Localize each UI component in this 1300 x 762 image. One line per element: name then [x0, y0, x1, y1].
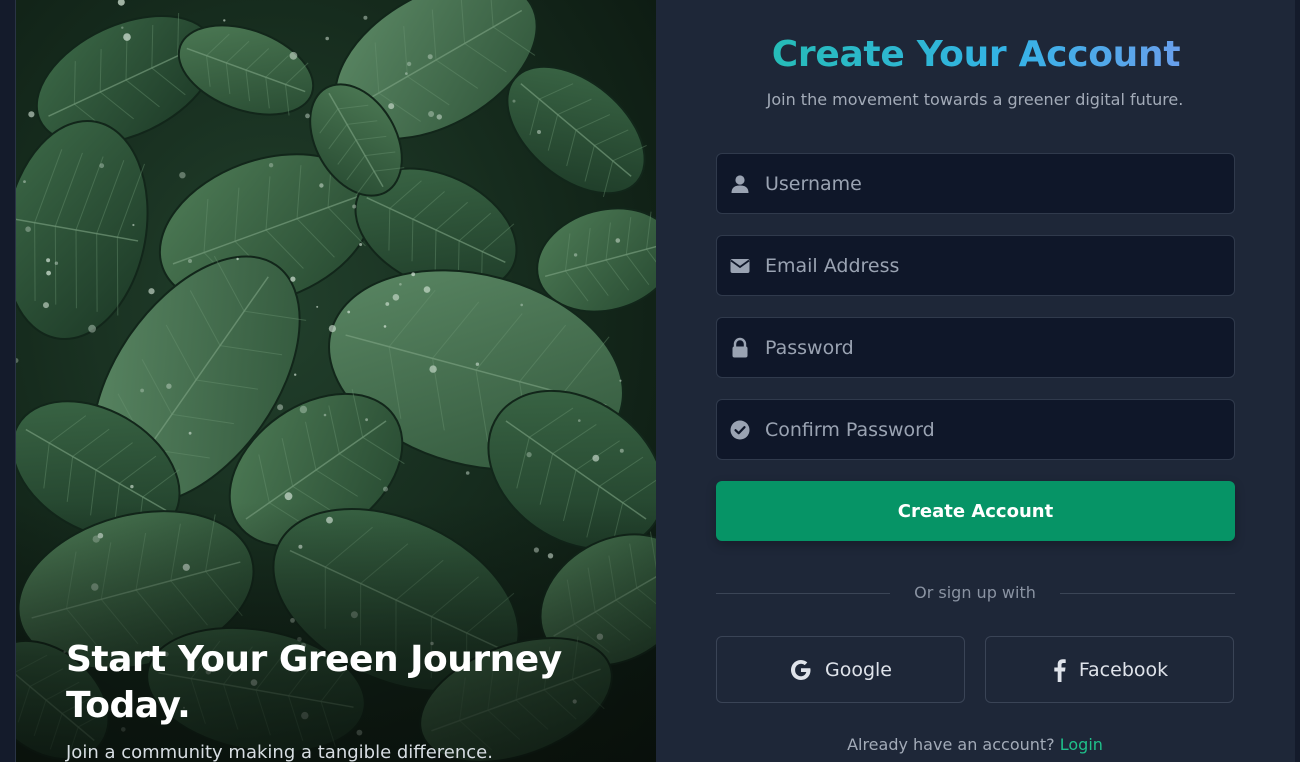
check-circle-icon — [730, 420, 750, 440]
page-subtitle: Join the movement towards a greener digi… — [766, 90, 1184, 109]
google-icon — [790, 659, 811, 680]
create-account-button[interactable]: Create Account — [716, 481, 1235, 541]
confirm-password-input[interactable] — [765, 400, 1225, 459]
password-field[interactable] — [716, 317, 1235, 378]
login-link[interactable]: Login — [1060, 735, 1103, 754]
hero-subtitle: Join a community making a tangible diffe… — [66, 742, 493, 762]
login-prompt-text: Already have an account? — [847, 735, 1055, 754]
google-signup-button[interactable]: Google — [716, 636, 965, 703]
envelope-icon — [730, 259, 750, 273]
facebook-signup-button[interactable]: Facebook — [985, 636, 1234, 703]
password-input[interactable] — [765, 318, 1225, 377]
username-field[interactable] — [716, 153, 1235, 214]
username-input[interactable] — [765, 154, 1225, 213]
hero-image-panel: Start Your Green Journey Today. Join a c… — [16, 0, 656, 762]
google-label: Google — [824, 658, 892, 681]
email-input[interactable] — [765, 236, 1225, 295]
user-icon — [731, 175, 749, 193]
facebook-icon — [1054, 658, 1066, 682]
confirm-password-field[interactable] — [716, 399, 1235, 460]
lock-icon — [732, 337, 748, 358]
divider-text: Or sign up with — [914, 583, 1036, 602]
login-prompt: Already have an account? Login — [656, 733, 1294, 757]
email-field[interactable] — [716, 235, 1235, 296]
facebook-label: Facebook — [1078, 658, 1169, 681]
signup-form-panel: Create Your Account Join the movement to… — [656, 0, 1295, 762]
divider-line-right — [1060, 593, 1235, 594]
signup-card: Start Your Green Journey Today. Join a c… — [15, 0, 1295, 762]
hero-title: Start Your Green Journey Today. — [66, 639, 562, 726]
page-title: Create Your Account — [656, 30, 1295, 80]
divider-line-left — [716, 593, 890, 594]
